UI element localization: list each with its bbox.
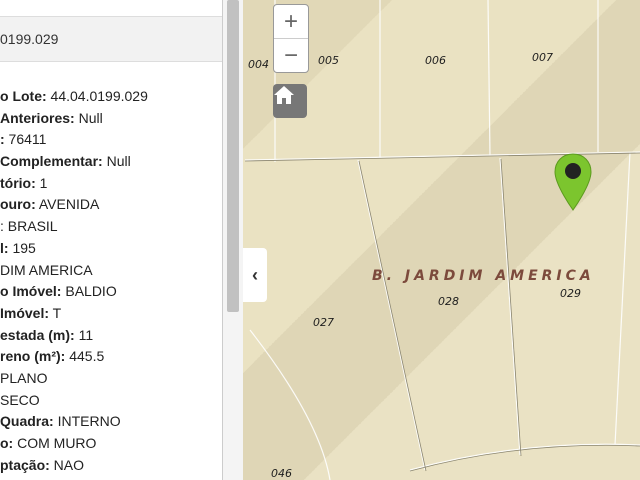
lot-label-007: 007: [532, 51, 553, 64]
field-label: ptação:: [0, 456, 50, 473]
neighborhood-label: B. JARDIM AMERICA: [372, 268, 595, 284]
property-field-row: DIM AMERICA: [0, 261, 222, 283]
field-value: NAO: [49, 456, 85, 473]
property-field-row: ouro: AVENIDA: [0, 195, 222, 217]
field-value: PLANO: [0, 369, 48, 386]
field-value: INTERNO: [53, 413, 121, 430]
zoom-out-button[interactable]: −: [274, 38, 308, 72]
home-icon: [274, 86, 294, 104]
property-field-row: tório: 1: [0, 174, 222, 196]
zoom-control: + −: [273, 4, 309, 73]
lot-label-028: 028: [438, 295, 459, 308]
field-label: o Imóvel:: [0, 283, 62, 300]
field-label: l:: [0, 239, 9, 256]
lot-label-005: 005: [318, 54, 339, 67]
scrollbar-thumb[interactable]: [227, 0, 239, 312]
field-label: estada (m):: [0, 326, 75, 343]
field-label: tório:: [0, 174, 36, 191]
field-value: SECO: [0, 391, 40, 408]
property-field-row: o Imóvel: BALDIO: [0, 282, 222, 304]
field-value: 195: [8, 239, 36, 256]
property-field-row: reno (m²): 445.5: [0, 347, 222, 369]
lot-label-046: 046: [271, 467, 292, 480]
field-value: 11: [74, 326, 94, 343]
home-button[interactable]: [273, 84, 307, 118]
field-value: Null: [74, 109, 103, 126]
lot-label-027: 027: [313, 316, 334, 329]
property-field-row: : 76411: [0, 130, 222, 152]
lot-label-006: 006: [425, 54, 446, 67]
field-value: 445.5: [65, 348, 105, 365]
field-value: : BRASIL: [0, 218, 58, 235]
field-value: AVENIDA: [35, 196, 100, 213]
field-label: reno (m²):: [0, 348, 66, 365]
property-field-row: SECO: [0, 391, 222, 413]
panel-header: 0199.029: [0, 16, 222, 62]
property-field-row: ptação: NAO: [0, 456, 222, 478]
property-field-row: estada (m): 11: [0, 326, 222, 348]
property-fields: o Lote: 44.04.0199.029 Anteriores: Null: …: [0, 87, 222, 477]
panel-title: 0199.029: [0, 31, 59, 47]
lot-label-029: 029: [560, 287, 581, 300]
property-field-row: Imóvel: T: [0, 304, 222, 326]
field-value: BALDIO: [61, 283, 117, 300]
field-value: 76411: [4, 131, 47, 148]
zoom-in-button[interactable]: +: [274, 5, 308, 38]
collapse-panel-button[interactable]: ‹: [243, 248, 267, 302]
property-info-panel: 0199.029 o Lote: 44.04.0199.029 Anteriore…: [0, 0, 223, 480]
property-field-row: o Lote: 44.04.0199.029: [0, 87, 222, 109]
property-field-row: : BRASIL: [0, 217, 222, 239]
property-field-row: PLANO: [0, 369, 222, 391]
field-value: T: [49, 304, 62, 321]
field-label: Imóvel:: [0, 304, 50, 321]
field-value: 1: [35, 174, 48, 191]
field-value: Null: [102, 153, 131, 170]
field-label: Anteriores:: [0, 109, 75, 126]
property-field-row: Quadra: INTERNO: [0, 412, 222, 434]
field-label: o:: [0, 435, 14, 451]
property-field-row: Anteriores: Null: [0, 109, 222, 131]
field-value: DIM AMERICA: [0, 261, 93, 278]
field-value: COM MURO: [13, 435, 97, 451]
field-label: Quadra:: [0, 413, 54, 430]
field-label: o Lote:: [0, 88, 47, 104]
field-value: 44.04.0199.029: [46, 88, 148, 104]
property-field-row: Complementar: Null: [0, 152, 222, 174]
property-field-row: l: 195: [0, 239, 222, 261]
field-label: Complementar:: [0, 153, 103, 170]
field-label: ouro:: [0, 196, 36, 213]
lot-label-004: 004: [248, 58, 269, 71]
property-field-row: o: COM MURO: [0, 434, 222, 456]
